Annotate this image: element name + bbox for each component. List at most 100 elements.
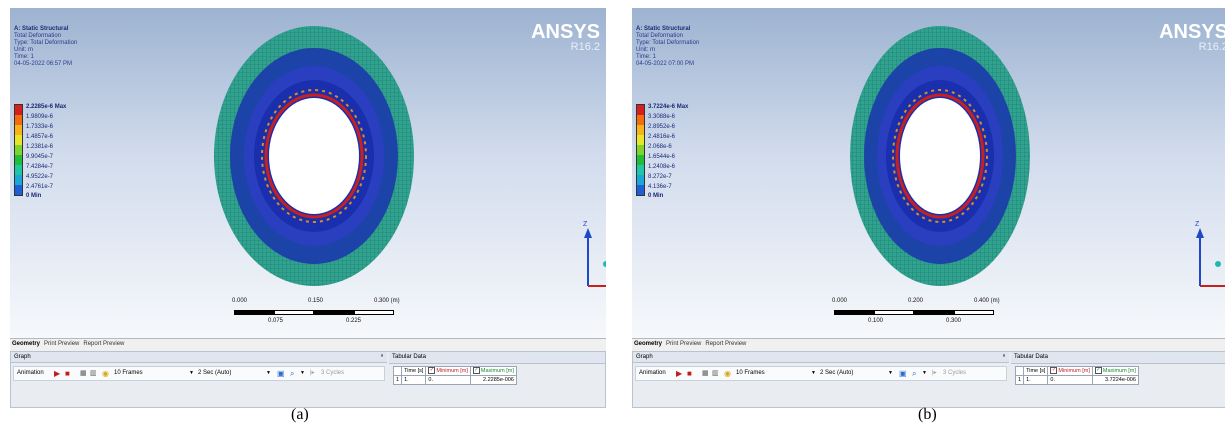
cycles-icon[interactable]: |▸ (932, 367, 937, 380)
table-row: 1 1. 0. 2.2285e-006 (392, 375, 517, 385)
export-video-icon[interactable]: ▣ (277, 367, 285, 380)
result-time: Time: 1 (14, 54, 34, 60)
ring-model[interactable] (844, 8, 1044, 298)
legend-value: 0 Min (26, 193, 42, 199)
legend-value: 4.9522e-7 (26, 174, 54, 180)
scale-bar: 0.000 0.200 0.400 (m) 0.100 0.300 (832, 298, 1000, 324)
cycles-label: 3 Cycles (321, 370, 345, 376)
graphics-viewport[interactable]: A: Static Structural Total Deformation T… (632, 8, 1225, 338)
z-axis-label: Z (583, 221, 588, 228)
minimum-column[interactable]: ✓ Minimum [m] (1047, 366, 1093, 376)
duration-select[interactable]: 2 Sec (Auto) (198, 367, 231, 380)
legend-value: 0 Min (648, 193, 664, 199)
chevron-down-icon[interactable]: ▼ (922, 367, 927, 380)
stop-icon[interactable]: ■ (65, 367, 70, 380)
legend-value: 3.3088e-6 (648, 114, 676, 120)
result-name: Total Deformation (14, 33, 62, 39)
export-video-icon[interactable]: ▣ (899, 367, 907, 380)
zoom-icon[interactable]: ⌕ (912, 367, 916, 380)
view-tabs: Geometry Print Preview Report Preview (10, 338, 606, 352)
chevron-down-icon[interactable]: ▼ (888, 367, 893, 380)
legend-value: 2.8952e-6 (648, 124, 676, 130)
figure-caption-a: (a) (291, 406, 309, 423)
tabular-data-panel: Tabular Data Time [s] ✓ Minimum [m] ✓ Maxi… (1011, 352, 1225, 407)
chevron-down-icon[interactable]: ▼ (811, 367, 816, 380)
tab-print-preview[interactable]: Print Preview (42, 341, 81, 347)
stop-icon[interactable]: ■ (687, 367, 692, 380)
legend-value: 1.9809e-6 (26, 114, 54, 120)
bottom-panels: Graph ᵃ Animation ▶ ■ ▦ ▥ ◉ 10 Frames ▼ … (632, 351, 1225, 408)
duration-select[interactable]: 2 Sec (Auto) (820, 367, 853, 380)
result-panel-a: A: Static Structural Total Deformation T… (10, 8, 606, 408)
legend-value: 1.2381e-6 (26, 144, 54, 150)
legend-color-bar (14, 104, 23, 196)
play-icon[interactable]: ▶ (54, 367, 60, 380)
result-timestamp: 04-05-2022 06:57 PM (14, 61, 73, 67)
graphics-viewport[interactable]: A: Static Structural Total Deformation T… (10, 8, 606, 338)
cycles-icon[interactable]: |▸ (310, 367, 315, 380)
table-row: 1 1. 0. 3.7224e-006 (1014, 375, 1139, 385)
result-info: A: Static Structural Total Deformation T… (14, 26, 77, 68)
check-icon[interactable]: ✓ (1094, 367, 1102, 375)
table-header-row: Time [s] ✓ Minimum [m] ✓ Maximum [m] (392, 366, 517, 376)
frames-grid-icon[interactable]: ▦ (702, 367, 709, 380)
tabular-header: Tabular Data (1011, 352, 1225, 364)
animation-toolbar: Animation ▶ ■ ▦ ▥ ◉ 10 Frames ▼ 2 Sec (A… (13, 366, 385, 381)
coordinate-triad[interactable]: Z X (570, 216, 606, 296)
z-axis-label: Z (1195, 221, 1200, 228)
result-type: Type: Total Deformation (636, 40, 700, 46)
figure-caption-b: (b) (918, 406, 937, 423)
tab-geometry[interactable]: Geometry (632, 341, 664, 347)
legend-value: 9.9045e-7 (26, 154, 54, 160)
cycles-label: 3 Cycles (943, 370, 967, 376)
distributed-icon[interactable]: ▥ (712, 367, 719, 380)
check-icon[interactable]: ✓ (1050, 367, 1058, 375)
graph-header: Graph ᵃ (11, 352, 387, 363)
result-timestamp: 04-05-2022 07:00 PM (636, 61, 695, 67)
scale-bar: 0.000 0.150 0.300 (m) 0.075 0.225 (232, 298, 400, 324)
tab-geometry[interactable]: Geometry (10, 341, 42, 347)
legend-value: 2.4816e-6 (648, 134, 676, 140)
ansys-logo: ANSYS R16.2 (531, 21, 600, 53)
graph-header: Graph ᵃ (633, 352, 1009, 363)
legend-value: 1.7333e-6 (26, 124, 54, 130)
minimum-column[interactable]: ✓ Minimum [m] (425, 366, 471, 376)
chevron-down-icon[interactable]: ▼ (266, 367, 271, 380)
chevron-down-icon[interactable]: ▼ (189, 367, 194, 380)
maximum-column[interactable]: ✓ Maximum [m] (469, 366, 517, 376)
tabular-table: Time [s] ✓ Minimum [m] ✓ Maximum [m] 1 1. … (1014, 366, 1139, 385)
check-icon[interactable]: ✓ (472, 367, 480, 375)
frames-grid-icon[interactable]: ▦ (80, 367, 87, 380)
time-column: Time [s] (1023, 366, 1049, 376)
tab-print-preview[interactable]: Print Preview (664, 341, 703, 347)
tabular-data-panel: Tabular Data Time [s] ✓ Minimum [m] ✓ Maxi… (389, 352, 605, 407)
pin-icon[interactable]: ᵃ (381, 352, 383, 363)
tab-report-preview[interactable]: Report Preview (703, 341, 748, 347)
coordinate-triad[interactable]: Z (1182, 216, 1225, 296)
legend-value: 1.6544e-6 (648, 154, 676, 160)
ring-model[interactable] (206, 8, 426, 298)
maximum-column[interactable]: ✓ Maximum [m] (1091, 366, 1139, 376)
time-column: Time [s] (401, 366, 427, 376)
legend-value: 2.2285e-6 Max (26, 104, 67, 110)
bottom-panels: Graph ᵃ Animation ▶ ■ ▦ ▥ ◉ 10 Frames ▼ … (10, 351, 606, 408)
legend-value: 1.4857e-6 (26, 134, 54, 140)
chevron-down-icon[interactable]: ▼ (300, 367, 305, 380)
bulb-icon[interactable]: ◉ (724, 367, 731, 380)
distributed-icon[interactable]: ▥ (90, 367, 97, 380)
zoom-icon[interactable]: ⌕ (290, 367, 294, 380)
bulb-icon[interactable]: ◉ (102, 367, 109, 380)
frames-select[interactable]: 10 Frames (114, 367, 143, 380)
tabular-header: Tabular Data (389, 352, 605, 364)
result-info: A: Static Structural Total Deformation T… (636, 26, 699, 68)
legend-value: 2.068e-6 (648, 144, 672, 150)
legend-value: 8.272e-7 (648, 174, 672, 180)
table-header-row: Time [s] ✓ Minimum [m] ✓ Maximum [m] (1014, 366, 1139, 376)
frames-select[interactable]: 10 Frames (736, 367, 765, 380)
play-icon[interactable]: ▶ (676, 367, 682, 380)
view-tabs: Geometry Print Preview Report Preview (632, 338, 1225, 352)
check-icon[interactable]: ✓ (428, 367, 436, 375)
tab-report-preview[interactable]: Report Preview (81, 341, 126, 347)
legend-value: 3.7224e-6 Max (648, 104, 689, 110)
pin-icon[interactable]: ᵃ (1003, 352, 1005, 363)
